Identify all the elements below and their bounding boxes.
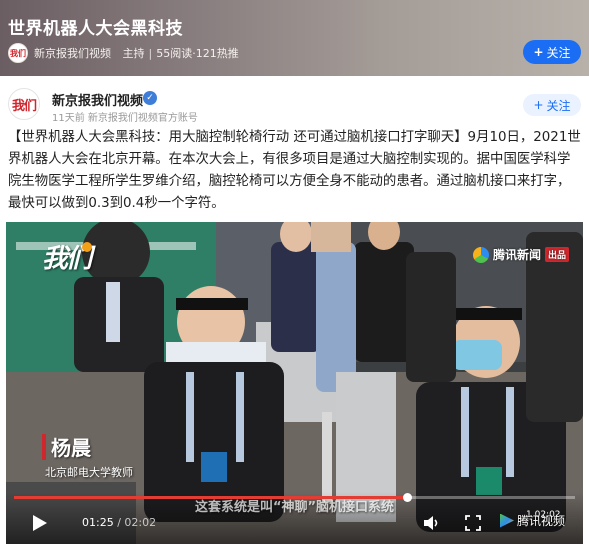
verified-icon: ✓: [143, 91, 157, 105]
video-player[interactable]: 我们 腾讯新闻 出品 杨晨 北京邮电大学教师 这套系统是叫“神聊”脑机接口系统 …: [6, 222, 583, 544]
tencent-news-logo-icon: [472, 246, 489, 263]
heat-count: 121热推: [195, 47, 239, 60]
current-time: 01:25: [82, 516, 114, 529]
play-icon[interactable]: [32, 514, 48, 532]
meta-divider: |: [148, 46, 153, 60]
post-body: 【世界机器人大会黑科技：用大脑控制轮椅行动 还可通过脑机接口打字聊天】9月10日…: [8, 130, 581, 211]
tencent-video-label: 腾讯视频: [517, 514, 566, 528]
topic-follow-label: 关注: [546, 45, 571, 60]
plus-icon: +: [533, 98, 544, 112]
meta-separator: [115, 47, 119, 60]
topic-follow-button[interactable]: + 关注: [523, 40, 581, 64]
watermark-badge: 出品: [544, 247, 569, 262]
caption-accent-bar: [42, 434, 46, 460]
author-subline: 11天前 新京报我们视频官方账号: [52, 109, 198, 124]
duration: 02:02: [124, 516, 157, 529]
watermark-dot-icon: [82, 242, 92, 252]
host-avatar[interactable]: 我们: [8, 43, 28, 63]
author-avatar[interactable]: 我们: [8, 88, 40, 120]
speaker-name: 杨晨: [51, 436, 91, 460]
read-count: 55阅读: [156, 47, 193, 60]
plus-icon: +: [533, 45, 544, 59]
time-display: 01:25 / 02:02: [82, 516, 156, 529]
progress-bar[interactable]: [14, 493, 575, 502]
tencent-video-logo-icon: [500, 513, 514, 528]
host-avatar-text: 我们: [10, 48, 26, 58]
topic-header: 世界机器人大会黑科技 我们 新京报我们视频 主持 | 55阅读 · 121热推 …: [0, 0, 589, 76]
volume-icon[interactable]: [422, 514, 440, 532]
progress-fill: [14, 496, 407, 499]
tencent-video-brand[interactable]: 腾讯视频: [500, 512, 565, 529]
author-avatar-text: 我们: [11, 98, 37, 114]
author-follow-label: 关注: [546, 98, 571, 113]
post-time: 11天前: [52, 113, 85, 124]
host-role: 主持: [122, 47, 145, 60]
topic-meta: 我们 新京报我们视频 主持 | 55阅读 · 121热推: [8, 42, 239, 64]
topic-title: 世界机器人大会黑科技: [8, 19, 183, 39]
watermark-left: 我们: [42, 238, 92, 275]
progress-knob[interactable]: [402, 493, 412, 502]
watermark-right-text: 腾讯新闻: [492, 248, 541, 262]
account-desc: 新京报我们视频官方账号: [87, 113, 198, 124]
author-follow-button[interactable]: + 关注: [523, 94, 581, 116]
author-name[interactable]: 新京报我们视频: [52, 90, 143, 109]
fullscreen-icon[interactable]: [464, 514, 482, 532]
speaker-title: 北京邮电大学教师: [45, 466, 133, 479]
watermark-right: 腾讯新闻 出品: [472, 246, 569, 263]
post-header: 我们 新京报我们视频 ✓ 11天前 新京报我们视频官方账号 + 关注: [0, 88, 589, 128]
host-name[interactable]: 新京报我们视频: [34, 45, 111, 61]
